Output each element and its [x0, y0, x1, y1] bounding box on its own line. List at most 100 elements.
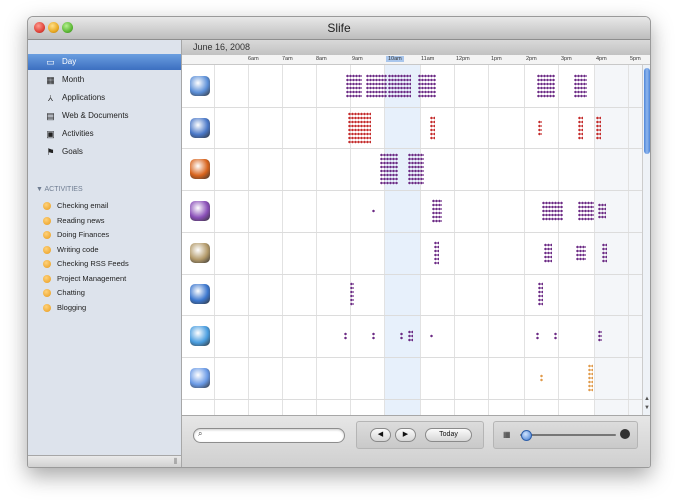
sidebar-item-day[interactable]: ▭ Day [28, 54, 181, 70]
vertical-scrollbar[interactable]: ▲ ▼ [642, 65, 650, 415]
hour-gridline [248, 65, 249, 415]
activity-label: Reading news [57, 215, 105, 225]
activity-dot-cluster [380, 153, 399, 185]
activity-dot-cluster [588, 364, 594, 392]
web-documents-icon: ▤ [46, 111, 55, 121]
activity-item[interactable]: Checking email [28, 199, 181, 213]
activity-status-icon [43, 303, 51, 312]
row-divider [182, 399, 642, 400]
activity-dot-cluster [430, 116, 436, 140]
sidebar-item-applications[interactable]: ⩑ Applications [28, 90, 181, 106]
activity-dot-cluster [537, 74, 556, 98]
hour-label: 7am [282, 56, 293, 62]
activity-item[interactable]: Checking RSS Feeds [28, 257, 181, 271]
previous-day-button[interactable]: ◀ [370, 428, 391, 442]
activity-item[interactable]: Blogging [28, 301, 181, 315]
hour-gridline [454, 65, 455, 415]
netnewswire-icon[interactable] [190, 284, 210, 304]
zoom-slider-knob[interactable] [520, 430, 532, 441]
hour-gridline [316, 65, 317, 415]
sidebar-item-month[interactable]: ▦ Month [28, 72, 181, 88]
hour-label: 11am [421, 56, 435, 62]
zoom-slider[interactable] [520, 430, 616, 441]
hour-gridline [488, 65, 489, 415]
current-date: June 16, 2008 [193, 42, 251, 52]
safari-icon[interactable] [190, 76, 210, 96]
goals-flag-icon: ⚑ [46, 147, 55, 157]
activity-dot-cluster [434, 241, 440, 265]
sidebar-footer: ⦀ [28, 455, 182, 467]
hour-gridline [594, 65, 595, 415]
hour-gridline [282, 65, 283, 415]
title-bar[interactable]: Slife [28, 17, 650, 40]
activity-dot-cluster [542, 201, 563, 221]
scroll-down-arrow-icon[interactable]: ▼ [644, 405, 650, 411]
row-divider [182, 107, 642, 108]
sidebar-item-label: Web & Documents [62, 111, 129, 120]
zoom-control-group: ▦ [493, 421, 638, 449]
zoom-in-clock-icon[interactable] [620, 429, 630, 439]
activity-dot-cluster [366, 74, 387, 98]
preview-icon[interactable] [190, 118, 210, 138]
applications-icon: ⩑ [47, 93, 54, 103]
activity-dot-cluster [598, 203, 606, 219]
activity-dot-cluster [346, 74, 362, 98]
activity-dot-cluster [432, 199, 443, 223]
slife-window: Slife ▭ Day ▦ Month ⩑ Applications ▤ Web & Docu… [27, 16, 651, 468]
hour-label: 10am [386, 56, 404, 62]
twitterrific-icon[interactable] [190, 326, 210, 346]
sidebar-item-goals[interactable]: ⚑ Goals [28, 144, 181, 160]
firefox-icon[interactable] [190, 159, 210, 179]
activity-dot-cluster [538, 282, 544, 306]
sidebar-item-label: Applications [62, 93, 106, 102]
activity-item[interactable]: Chatting [28, 286, 181, 300]
activity-item[interactable]: Doing Finances [28, 228, 181, 242]
activity-item[interactable]: Reading news [28, 214, 181, 228]
activity-status-icon [43, 289, 51, 297]
hour-gridline [214, 65, 215, 415]
search-icon: ⌕ [198, 429, 203, 438]
activity-dot-cluster [400, 332, 403, 340]
activity-label: Project Management [57, 273, 127, 283]
row-divider [182, 274, 642, 275]
activity-item[interactable]: Project Management [28, 272, 181, 286]
activity-dot-cluster [554, 332, 557, 340]
future-hours-shade [594, 65, 642, 415]
activity-dot-cluster [348, 112, 372, 144]
sidebar-item-web-documents[interactable]: ▤ Web & Documents [28, 108, 181, 124]
next-day-button[interactable]: ▶ [395, 428, 416, 442]
activity-dot-cluster [408, 330, 414, 342]
window-title: Slife [327, 21, 351, 35]
activity-label: Chatting [57, 288, 85, 297]
activity-dot-cluster [408, 153, 424, 185]
zoom-out-calendar-icon[interactable]: ▦ [503, 430, 512, 439]
sidebar-item-activities[interactable]: ▣ Activities [28, 126, 181, 142]
activity-dot-cluster [602, 243, 608, 263]
activity-dot-cluster [372, 332, 375, 340]
row-divider [182, 357, 642, 358]
hour-label: 1pm [491, 56, 502, 62]
activity-dot-cluster [578, 116, 584, 140]
resize-grip-icon[interactable]: ⦀ [173, 457, 177, 467]
activity-dot-cluster [344, 332, 347, 340]
ichat-icon[interactable] [190, 368, 210, 388]
activity-dot-cluster [598, 330, 602, 342]
scroll-up-arrow-icon[interactable]: ▲ [644, 396, 650, 402]
activity-item[interactable]: Writing code [28, 243, 181, 257]
activity-dot-cluster [418, 74, 437, 98]
hour-gridline [558, 65, 559, 415]
today-button[interactable]: Today [425, 428, 472, 442]
activity-dot-cluster [576, 245, 587, 261]
sidebar-item-label: Goals [62, 147, 83, 156]
activities-section-header[interactable]: ▼ ACTIVITIES [36, 186, 83, 193]
mail-icon[interactable] [190, 243, 210, 263]
hour-label: 6am [248, 56, 259, 62]
activity-status-icon [43, 245, 51, 254]
search-field[interactable]: ⌕ [193, 428, 345, 443]
scrollbar-thumb[interactable] [644, 68, 650, 154]
activity-dot-cluster [536, 332, 539, 340]
activity-dot-cluster [578, 201, 594, 221]
activity-timeline-grid[interactable] [182, 65, 642, 415]
search-input[interactable] [208, 430, 338, 440]
textmate-icon[interactable] [190, 201, 210, 221]
